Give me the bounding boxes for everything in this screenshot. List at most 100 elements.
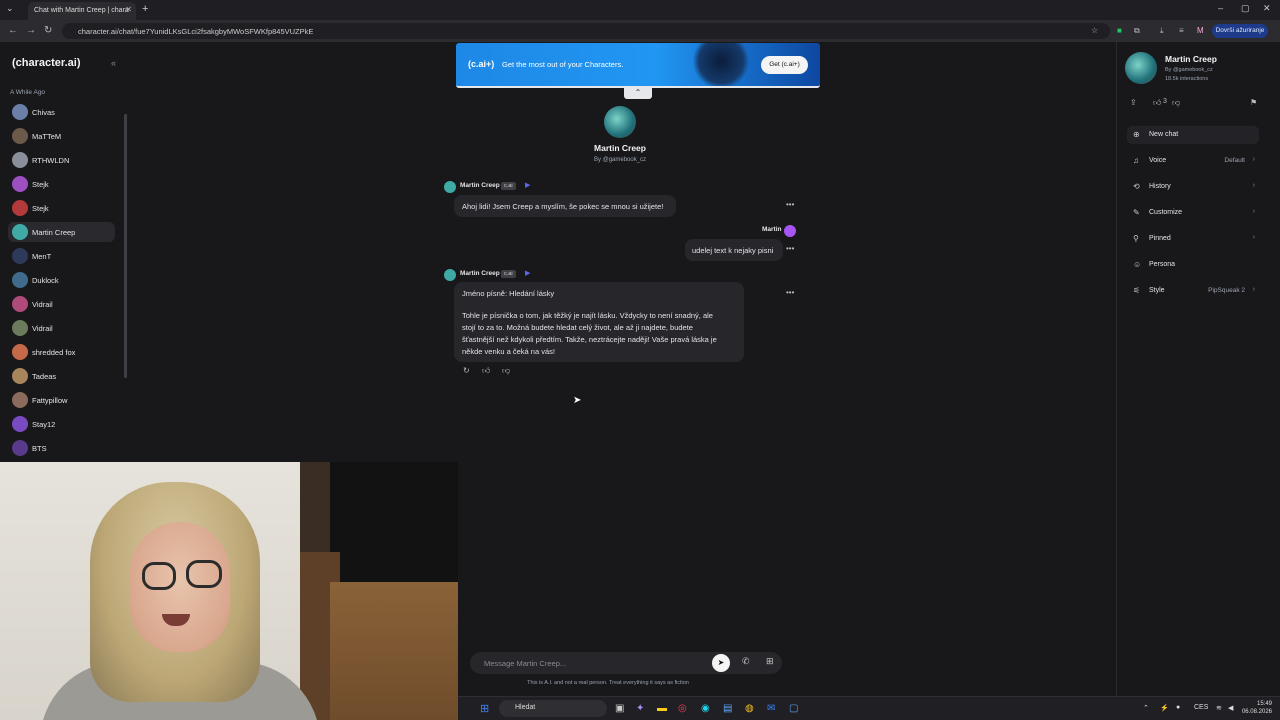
regenerate-icon[interactable]: ↻	[463, 366, 470, 375]
sidebar-chat-item[interactable]: MaTTeM	[8, 126, 115, 146]
window-close-icon[interactable]: ✕	[1263, 3, 1271, 14]
bot-avatar	[444, 269, 456, 281]
cai-plus-banner[interactable]: (c.ai+) Get the most out of your Charact…	[456, 43, 820, 88]
extensions-puzzle-icon[interactable]: ⧉	[1134, 26, 1140, 36]
dislike-icon[interactable]: 👎︎	[1172, 98, 1180, 108]
panel-character-creator[interactable]: By @gamebook_cz	[1165, 67, 1213, 73]
tab-title: Chat with Martin Creep | chara	[34, 7, 129, 14]
webcam-overlay	[0, 462, 458, 720]
sidebar-chat-item[interactable]: Stay12	[8, 414, 115, 434]
call-icon[interactable]: ✆	[742, 656, 750, 667]
chat-avatar	[12, 176, 28, 192]
sidebar-chat-item[interactable]: Fattypillow	[8, 390, 115, 410]
volume-icon[interactable]: ◀	[1228, 704, 1233, 712]
clock-time: 15:49	[1256, 701, 1272, 707]
play-voice-icon[interactable]: ▶	[525, 181, 530, 189]
like-icon[interactable]: 👍︎	[1153, 98, 1161, 108]
mic-icon[interactable]: ●	[1176, 704, 1180, 711]
sidebar-chat-item[interactable]: RTHWLDN	[8, 150, 115, 170]
tab-close-icon[interactable]: ✕	[125, 5, 132, 14]
chat-name: Fattypillow	[32, 396, 68, 405]
report-flag-icon[interactable]: ⚑	[1250, 98, 1257, 107]
copilot-icon[interactable]: ✦	[636, 703, 644, 714]
task-view-icon[interactable]: ▣	[615, 703, 624, 714]
address-bar-row: ← → ↻ character.ai/chat/fue7YunidLKsGLci…	[0, 20, 1280, 42]
wifi-icon[interactable]: ≋	[1216, 704, 1222, 712]
ai-disclaimer[interactable]: This is A.I. and not a real person. Trea…	[458, 680, 758, 686]
sidebar-chat-item[interactable]: Vidrail	[8, 294, 115, 314]
sidebar-chat-item[interactable]: MenT	[8, 246, 115, 266]
browser-tab-strip: ⌄ Chat with Martin Creep | chara ✕ + – ▢…	[0, 0, 1280, 20]
chat-avatar	[12, 200, 28, 216]
mail-icon[interactable]: ✉	[767, 703, 775, 714]
sidebar-chat-item[interactable]: Chivas	[8, 102, 115, 122]
extension-icon[interactable]: ■	[1117, 26, 1122, 35]
chat-avatar	[12, 128, 28, 144]
share-icon[interactable]: ⇪	[1130, 98, 1137, 107]
glasses-right-lens	[186, 560, 222, 588]
chat-avatar	[12, 224, 28, 240]
history-menu-item[interactable]: ⟲ History ›	[1127, 178, 1259, 196]
back-arrow-icon[interactable]: ←	[8, 25, 18, 36]
get-cai-plus-button[interactable]: Get (c.ai+)	[761, 56, 808, 74]
customize-menu-item[interactable]: ✎ Customize ›	[1127, 204, 1259, 222]
new-chat-button[interactable]: ⊕ New chat	[1127, 126, 1259, 144]
collapse-sidebar-icon[interactable]: «	[111, 58, 116, 68]
sidebar-chat-item[interactable]: BTS	[8, 438, 115, 458]
thumbs-down-icon[interactable]: 👎︎	[502, 366, 510, 376]
sidebar-chat-item[interactable]: Stejk	[8, 198, 115, 218]
image-gen-icon[interactable]: ⊞	[766, 656, 774, 667]
profile-avatar[interactable]: M	[1197, 26, 1204, 35]
history-label: History	[1149, 183, 1171, 190]
new-tab-plus-icon[interactable]: +	[142, 3, 148, 15]
chevron-right-icon: ›	[1252, 286, 1255, 293]
maximize-icon[interactable]: ▢	[1241, 3, 1250, 14]
media-control-icon[interactable]: ≡	[1179, 26, 1184, 35]
minimize-icon[interactable]: –	[1218, 3, 1223, 13]
character-creator[interactable]: By @gamebook_cz	[560, 157, 680, 163]
download-icon[interactable]: ⤓	[1160, 26, 1164, 36]
style-menu-item[interactable]: ⚟ Style PipSqueak 2 ›	[1127, 282, 1259, 300]
persona-menu-item[interactable]: ☺ Persona	[1127, 256, 1259, 274]
sidebar-chat-item[interactable]: Martin Creep	[8, 222, 115, 242]
windows-start-icon[interactable]: ⊞	[480, 702, 489, 715]
message-input[interactable]	[482, 656, 702, 670]
thumbs-up-icon[interactable]: 👍︎	[482, 366, 490, 376]
reload-icon[interactable]: ↻	[44, 25, 52, 36]
play-voice-icon[interactable]: ▶	[525, 269, 530, 277]
app-icon[interactable]: ▢	[789, 703, 798, 714]
voice-menu-item[interactable]: ♫ Voice Default ›	[1127, 152, 1259, 170]
sidebar-chat-item[interactable]: shredded fox	[8, 342, 115, 362]
sidebar-chat-item[interactable]: Duklock	[8, 270, 115, 290]
app-icon[interactable]: ◎	[678, 703, 687, 714]
chat-name: Stay12	[32, 420, 56, 429]
message-more-icon[interactable]: •••	[786, 200, 794, 209]
bookmark-star-icon[interactable]: ☆	[1091, 26, 1098, 35]
bot-avatar	[444, 181, 456, 193]
edge-icon[interactable]: ◉	[701, 703, 710, 714]
chrome-icon[interactable]: ◍	[745, 703, 754, 714]
message-line: někde venku a čeká na vás!	[462, 347, 555, 356]
browser-tab[interactable]: Chat with Martin Creep | chara ✕	[28, 2, 136, 20]
send-button[interactable]: ➤	[712, 654, 730, 672]
network-icon[interactable]: ⚡	[1160, 704, 1169, 712]
sidebar-chat-item[interactable]: Vidrail	[8, 318, 115, 338]
store-icon[interactable]: ▤	[723, 703, 732, 714]
message-more-icon[interactable]: •••	[786, 288, 794, 297]
collapse-banner-chevron-icon[interactable]: ⌃	[624, 87, 652, 99]
language-indicator[interactable]: CES	[1194, 704, 1208, 711]
tab-list-chevron-icon[interactable]: ⌄	[6, 3, 14, 14]
file-explorer-icon[interactable]: ▬	[657, 703, 667, 714]
taskbar-search[interactable]: Hledat	[499, 700, 607, 717]
forward-arrow-icon[interactable]: →	[26, 25, 36, 36]
sidebar-chat-item[interactable]: Tadeas	[8, 366, 115, 386]
url-field[interactable]: character.ai/chat/fue7YunidLKsGLci2fsakg…	[62, 23, 1110, 39]
taskbar-clock[interactable]: 15:49 06.08.2026	[1234, 700, 1272, 716]
new-chat-label: New chat	[1149, 131, 1179, 138]
sidebar-chat-item[interactable]: Stejk	[8, 174, 115, 194]
message-more-icon[interactable]: •••	[786, 244, 794, 253]
pinned-menu-item[interactable]: ⚲ Pinned ›	[1127, 230, 1259, 248]
app-logo[interactable]: (character.ai)	[12, 57, 80, 69]
update-button[interactable]: Dovrši ažuriranje	[1212, 24, 1268, 38]
tray-chevron-icon[interactable]: ⌃	[1143, 704, 1149, 712]
